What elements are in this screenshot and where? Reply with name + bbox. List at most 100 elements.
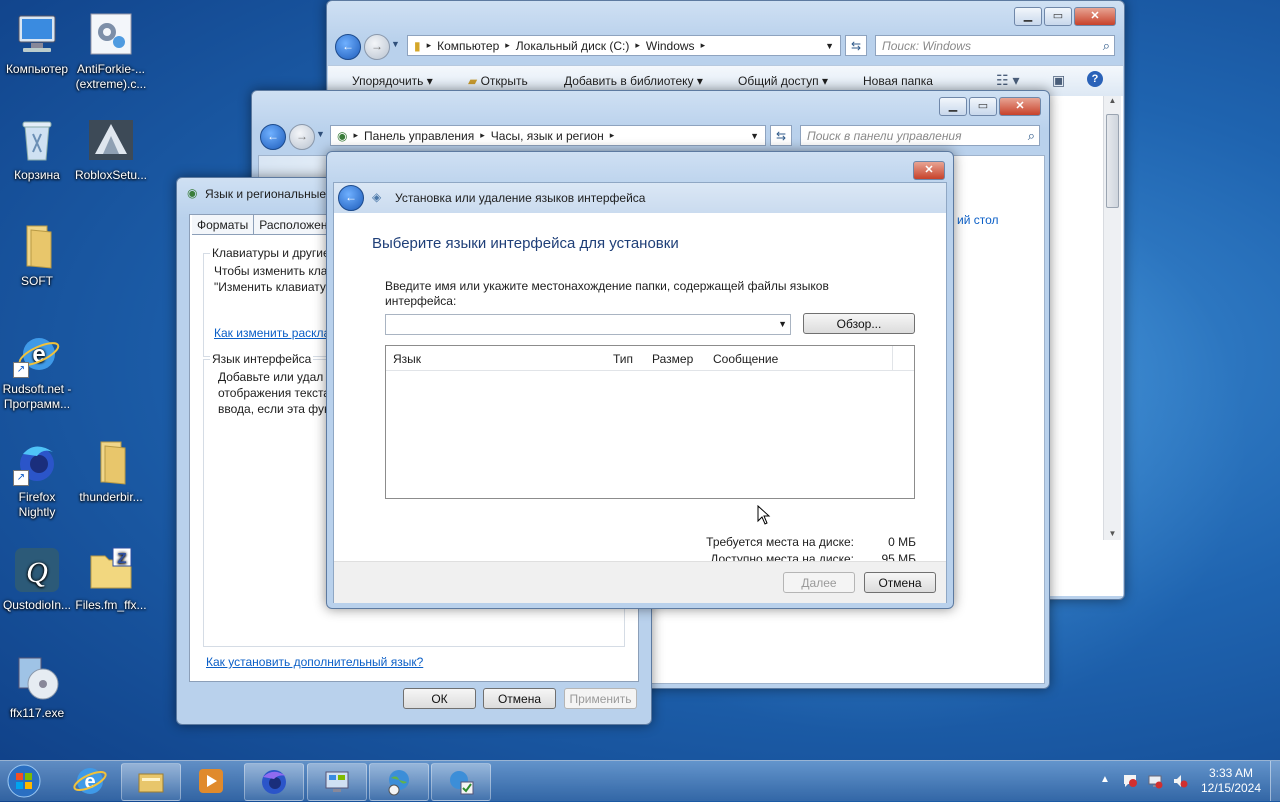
- desktop-icon-label: Files.fm_ffx...: [75, 598, 147, 612]
- organize-label: Упорядочить: [352, 74, 424, 88]
- taskbar-explorer[interactable]: [121, 763, 181, 801]
- minimize-button[interactable]: ▁: [939, 97, 967, 116]
- taskbar-media-player[interactable]: [183, 763, 239, 799]
- recent-pages-icon[interactable]: ▼: [391, 39, 400, 49]
- organize-menu[interactable]: Упорядочить ▾: [352, 74, 433, 88]
- cancel-button[interactable]: Отмена: [483, 688, 556, 709]
- scroll-up-icon[interactable]: ▲: [1104, 96, 1121, 105]
- browse-button[interactable]: Обзор...: [803, 313, 915, 334]
- desktop-icon-ffx117[interactable]: ffx117.exe: [0, 654, 75, 721]
- desktop-icon-robloxsetup[interactable]: RobloxSetu...: [73, 116, 149, 183]
- path-combobox[interactable]: ▼: [385, 314, 791, 335]
- change-layout-link[interactable]: Как изменить раскла: [214, 326, 330, 340]
- clock-date: 12/15/2024: [1200, 781, 1262, 795]
- language-list[interactable]: Язык Тип Размер Сообщение: [385, 345, 915, 499]
- breadcrumb-separator-icon: ▸: [505, 40, 510, 50]
- tab-strip: Форматы Расположени: [192, 215, 341, 235]
- column-header-language[interactable]: Язык: [393, 352, 421, 366]
- shortcut-arrow-icon: ↗: [13, 362, 29, 378]
- install-language-link[interactable]: Как установить дополнительный язык?: [206, 655, 423, 669]
- clock[interactable]: 3:33 AM 12/15/2024: [1196, 766, 1266, 796]
- desktop-icon-filesfm[interactable]: Z Files.fm_ffx...: [73, 546, 149, 613]
- chevron-down-icon[interactable]: ▼: [825, 41, 834, 51]
- zip-folder-icon: Z: [87, 546, 135, 594]
- apply-button[interactable]: Применить: [564, 688, 637, 709]
- scroll-down-icon[interactable]: ▼: [1104, 529, 1121, 538]
- address-bar[interactable]: ◉ ▸ Панель управления ▸ Часы, язык и рег…: [330, 125, 766, 146]
- forward-button[interactable]: →: [364, 34, 390, 60]
- minimize-button[interactable]: ▁: [1014, 7, 1042, 26]
- search-input[interactable]: Поиск: Windows ⌕: [875, 35, 1115, 56]
- internet-explorer-icon: e: [73, 768, 107, 794]
- wizard-body: ← ◈ Установка или удаление языков интерф…: [333, 182, 947, 603]
- view-options-icon[interactable]: ☷ ▾: [996, 72, 1019, 89]
- show-hidden-icons-icon[interactable]: ▲: [1100, 774, 1110, 785]
- shortcut-arrow-icon: ↗: [13, 470, 29, 486]
- breadcrumb-item[interactable]: Локальный диск (C:): [516, 39, 630, 53]
- search-icon[interactable]: ⌕: [1103, 38, 1110, 54]
- taskbar-internet-explorer[interactable]: e: [62, 763, 118, 799]
- network-icon[interactable]: [1147, 773, 1163, 789]
- close-button[interactable]: ✕: [1074, 7, 1116, 26]
- action-center-icon[interactable]: [1122, 773, 1138, 789]
- breadcrumb-item[interactable]: Windows: [646, 39, 695, 53]
- desktop-icon-qustodio[interactable]: Q QustodioIn...: [0, 546, 75, 613]
- refresh-button[interactable]: ⇆: [845, 35, 867, 56]
- address-bar[interactable]: ▮ ▸ Компьютер ▸ Локальный диск (C:) ▸ Wi…: [407, 35, 841, 56]
- show-desktop-button[interactable]: [1270, 761, 1280, 801]
- desktop-icon-computer[interactable]: Компьютер: [0, 10, 75, 77]
- forward-button[interactable]: →: [289, 124, 315, 150]
- breadcrumb-item[interactable]: Компьютер: [437, 39, 499, 53]
- close-button[interactable]: ✕: [913, 161, 945, 180]
- open-button[interactable]: ▰ Открыть: [468, 74, 528, 88]
- install-languages-dialog[interactable]: ✕ ← ◈ Установка или удаление языков инте…: [326, 151, 954, 609]
- next-button[interactable]: Далее: [783, 572, 855, 593]
- installer-disc-icon: [13, 654, 61, 702]
- volume-icon[interactable]: [1172, 773, 1188, 789]
- refresh-button[interactable]: ⇆: [770, 125, 792, 146]
- scrollbar-thumb[interactable]: [1106, 114, 1119, 208]
- ok-button[interactable]: ОК: [403, 688, 476, 709]
- share-menu[interactable]: Общий доступ ▾: [738, 74, 828, 88]
- search-placeholder: Поиск в панели управления: [807, 129, 962, 143]
- chevron-down-icon[interactable]: ▼: [778, 319, 787, 329]
- taskbar-language-installer[interactable]: [431, 763, 491, 801]
- back-button[interactable]: ←: [260, 124, 286, 150]
- keyboards-group-title: Клавиатуры и другие: [210, 246, 332, 260]
- preview-pane-icon[interactable]: ▣: [1052, 72, 1065, 89]
- desktop-icon-thunderbird-folder[interactable]: thunderbir...: [73, 438, 149, 505]
- start-button[interactable]: [4, 763, 44, 799]
- desktop-icon-antiforkie[interactable]: AntiForkie-... (extreme).c...: [73, 10, 149, 92]
- chevron-down-icon[interactable]: ▼: [750, 131, 759, 141]
- vertical-scrollbar[interactable]: ▲ ▼: [1103, 96, 1121, 540]
- tab-formats[interactable]: Форматы: [192, 215, 255, 235]
- taskbar-control-panel[interactable]: [307, 763, 367, 801]
- maximize-button[interactable]: ▭: [1044, 7, 1072, 26]
- cancel-button[interactable]: Отмена: [864, 572, 936, 593]
- desktop-icon-rudsoft[interactable]: e ↗ Rudsoft.net - Программ...: [0, 330, 75, 412]
- column-header-message[interactable]: Сообщение: [713, 352, 778, 366]
- taskbar-region-language[interactable]: [369, 763, 429, 801]
- taskbar-firefox[interactable]: [244, 763, 304, 801]
- column-header-size[interactable]: Размер: [652, 352, 693, 366]
- search-icon[interactable]: ⌕: [1028, 128, 1035, 144]
- back-button[interactable]: ←: [335, 34, 361, 60]
- desktop-icon-firefox-nightly[interactable]: ↗ Firefox Nightly: [0, 438, 75, 520]
- recent-pages-icon[interactable]: ▼: [316, 129, 325, 139]
- desktop-icon-recycle-bin[interactable]: Корзина: [0, 116, 75, 183]
- maximize-button[interactable]: ▭: [969, 97, 997, 116]
- ui-language-group-title: Язык интерфейса: [210, 352, 314, 366]
- close-button[interactable]: ✕: [999, 97, 1041, 116]
- add-to-library-menu[interactable]: Добавить в библиотеку ▾: [564, 74, 703, 88]
- search-input[interactable]: Поиск в панели управления ⌕: [800, 125, 1040, 146]
- ui-language-text: ввода, если эта фун: [218, 402, 331, 416]
- back-button[interactable]: ←: [338, 185, 364, 211]
- desktop-icon-soft-folder[interactable]: SOFT: [0, 222, 75, 289]
- breadcrumb-item[interactable]: Часы, язык и регион: [491, 129, 604, 143]
- breadcrumb-item[interactable]: Панель управления: [364, 129, 474, 143]
- search-placeholder: Поиск: Windows: [882, 39, 971, 53]
- help-icon[interactable]: ?: [1087, 71, 1103, 87]
- partial-link[interactable]: ий стол: [957, 213, 999, 227]
- column-header-type[interactable]: Тип: [613, 352, 633, 366]
- new-folder-button[interactable]: Новая папка: [863, 74, 933, 88]
